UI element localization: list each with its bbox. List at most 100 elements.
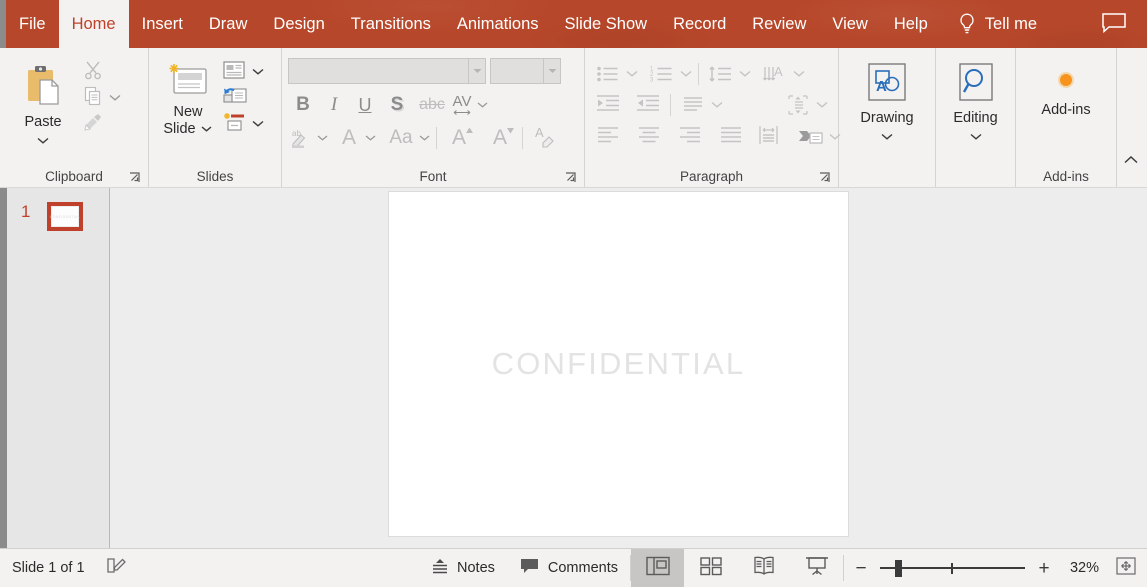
editing-button[interactable]: Editing bbox=[947, 55, 1005, 149]
bold-button[interactable]: B bbox=[288, 92, 318, 118]
decrease-font-size-button[interactable]: A bbox=[483, 125, 517, 151]
tab-draw[interactable]: Draw bbox=[196, 0, 261, 48]
slide-thumbnail-1[interactable]: CONFIDENTIAL bbox=[47, 202, 83, 231]
clear-formatting-button[interactable]: A bbox=[528, 125, 562, 151]
align-right-button[interactable] bbox=[673, 124, 707, 150]
align-center-button[interactable] bbox=[632, 124, 666, 150]
chevron-down-icon[interactable] bbox=[792, 65, 806, 83]
font-size-dropdown-arrow[interactable] bbox=[543, 59, 560, 83]
tab-design[interactable]: Design bbox=[260, 0, 337, 48]
left-edge-scrollbar[interactable] bbox=[0, 188, 7, 548]
chevron-down-icon[interactable] bbox=[362, 129, 377, 147]
convert-to-smartart-button[interactable] bbox=[794, 124, 842, 150]
copy-button[interactable] bbox=[80, 85, 106, 111]
slide-canvas-area[interactable]: CONFIDENTIAL bbox=[110, 188, 1147, 548]
thumbnail-list-item[interactable]: 1 CONFIDENTIAL bbox=[7, 188, 109, 231]
view-reading[interactable] bbox=[737, 549, 790, 587]
chevron-down-icon[interactable] bbox=[418, 129, 431, 147]
reset-button[interactable] bbox=[221, 85, 249, 111]
tab-insert[interactable]: Insert bbox=[129, 0, 196, 48]
numbered-list-icon: 123 bbox=[645, 61, 679, 87]
notes-label: Notes bbox=[457, 560, 495, 576]
text-highlight-button[interactable]: ab bbox=[288, 125, 329, 151]
font-size-combo[interactable] bbox=[490, 58, 561, 84]
chevron-down-icon[interactable] bbox=[815, 96, 829, 114]
tab-review[interactable]: Review bbox=[739, 0, 819, 48]
bullet-list-icon bbox=[591, 61, 625, 87]
accessibility-checker-button[interactable] bbox=[97, 549, 139, 587]
chevron-down-icon[interactable] bbox=[247, 115, 265, 133]
zoom-slider-thumb[interactable] bbox=[895, 560, 902, 577]
drawing-button[interactable]: A Drawing bbox=[854, 55, 919, 149]
view-slide-sorter[interactable] bbox=[684, 549, 737, 587]
font-name-combo[interactable] bbox=[288, 58, 486, 84]
notes-button[interactable]: Notes bbox=[418, 549, 507, 587]
align-left-button[interactable] bbox=[591, 124, 625, 150]
change-case-button[interactable]: Aa bbox=[384, 125, 431, 151]
chevron-down-icon[interactable] bbox=[314, 129, 329, 147]
justify-button[interactable] bbox=[714, 124, 748, 150]
clipboard-dialog-launcher[interactable] bbox=[128, 171, 142, 185]
chevron-down-icon[interactable] bbox=[247, 63, 265, 81]
zoom-out-button[interactable]: − bbox=[854, 559, 868, 578]
text-shadow-button[interactable]: S bbox=[381, 92, 413, 118]
tab-view[interactable]: View bbox=[819, 0, 880, 48]
slide-editing-surface[interactable]: CONFIDENTIAL bbox=[388, 191, 849, 537]
paste-button[interactable]: Paste bbox=[6, 55, 80, 153]
font-name-dropdown-arrow[interactable] bbox=[468, 59, 485, 83]
chevron-down-icon[interactable] bbox=[880, 128, 894, 146]
vertical-align-button[interactable] bbox=[781, 92, 829, 118]
chevron-down-icon[interactable] bbox=[625, 65, 639, 83]
tab-home[interactable]: Home bbox=[59, 0, 129, 48]
view-slideshow[interactable] bbox=[790, 549, 843, 587]
tab-file[interactable]: File bbox=[6, 0, 59, 48]
italic-button[interactable]: I bbox=[319, 92, 349, 118]
chevron-down-icon[interactable] bbox=[738, 65, 752, 83]
chevron-down-icon[interactable] bbox=[710, 96, 724, 114]
tab-slide-show[interactable]: Slide Show bbox=[552, 0, 661, 48]
chevron-down-icon[interactable] bbox=[473, 96, 489, 114]
tab-transitions[interactable]: Transitions bbox=[338, 0, 444, 48]
comments-button[interactable] bbox=[1089, 0, 1147, 48]
increase-font-size-button[interactable]: A bbox=[442, 125, 476, 151]
comments-button-status[interactable]: Comments bbox=[507, 549, 630, 587]
numbering-button[interactable]: 123 bbox=[645, 61, 693, 87]
layout-button[interactable] bbox=[221, 59, 247, 85]
section-button[interactable] bbox=[221, 111, 247, 137]
zoom-in-button[interactable]: + bbox=[1037, 559, 1051, 578]
chevron-down-icon[interactable] bbox=[969, 128, 983, 146]
view-normal[interactable] bbox=[631, 549, 684, 587]
increase-indent-button[interactable] bbox=[631, 92, 665, 118]
slide-counter[interactable]: Slide 1 of 1 bbox=[0, 549, 97, 587]
chevron-down-icon[interactable] bbox=[106, 89, 122, 107]
paragraph-dialog-launcher[interactable] bbox=[818, 171, 832, 185]
columns-button[interactable] bbox=[753, 124, 787, 150]
chevron-down-icon[interactable] bbox=[679, 65, 693, 83]
zoom-level-label[interactable]: 32% bbox=[1063, 560, 1099, 576]
line-spacing-button[interactable] bbox=[704, 61, 752, 87]
tell-me-search[interactable]: Tell me bbox=[941, 0, 1037, 48]
zoom-slider[interactable] bbox=[880, 558, 1025, 578]
strikethrough-button[interactable]: abc bbox=[414, 92, 450, 118]
tab-animations[interactable]: Animations bbox=[444, 0, 552, 48]
tab-slide-show-label: Slide Show bbox=[565, 15, 648, 34]
format-painter-button[interactable] bbox=[80, 111, 106, 137]
fit-slide-to-window-button[interactable] bbox=[1111, 556, 1137, 581]
font-dialog-launcher[interactable] bbox=[564, 171, 578, 185]
convert-to-smartart-icon bbox=[794, 124, 828, 150]
tab-record[interactable]: Record bbox=[660, 0, 739, 48]
cut-button[interactable] bbox=[80, 59, 106, 85]
underline-button[interactable]: U bbox=[350, 92, 380, 118]
tab-help[interactable]: Help bbox=[881, 0, 941, 48]
bullets-button[interactable] bbox=[591, 61, 639, 87]
align-text-button[interactable] bbox=[676, 92, 724, 118]
addins-button[interactable]: Add-ins bbox=[1035, 55, 1096, 122]
text-direction-button[interactable]: A bbox=[758, 61, 806, 87]
font-color-button[interactable]: A bbox=[336, 125, 377, 151]
new-slide-button[interactable]: New Slide bbox=[155, 55, 221, 141]
collapse-ribbon-button[interactable] bbox=[1122, 153, 1140, 187]
character-spacing-button[interactable]: AV bbox=[451, 94, 489, 116]
decrease-indent-button[interactable] bbox=[591, 92, 625, 118]
chevron-down-icon[interactable] bbox=[200, 121, 213, 138]
chevron-down-icon[interactable] bbox=[36, 132, 50, 150]
